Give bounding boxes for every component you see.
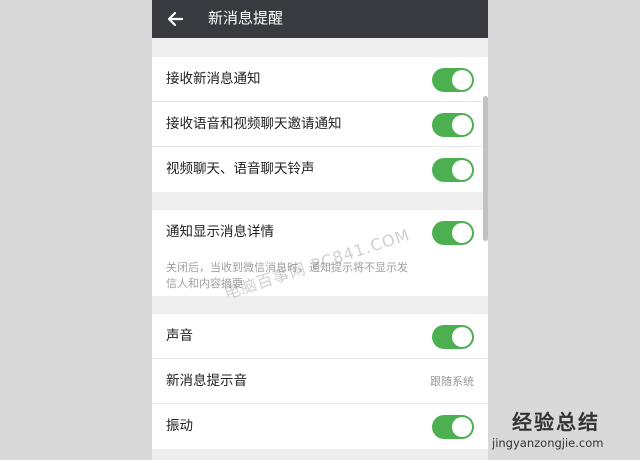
- settings-row-notification-tone[interactable]: 新消息提示音 跟随系统: [152, 359, 488, 404]
- toggle-knob: [452, 115, 472, 135]
- toggle-switch-on[interactable]: [432, 113, 474, 137]
- toggle-switch-on[interactable]: [432, 68, 474, 92]
- scrollbar[interactable]: [483, 96, 488, 241]
- toggle-switch-on[interactable]: [432, 221, 474, 245]
- sound-section: 声音 新消息提示音 跟随系统 振动: [152, 314, 488, 449]
- toggle-knob: [452, 417, 472, 437]
- toggle-knob: [452, 327, 472, 347]
- row-value: 跟随系统: [430, 375, 474, 388]
- title-bar: 新消息提醒: [152, 0, 488, 38]
- site-logo-text: 经验总结: [512, 410, 600, 434]
- notification-section: 接收新消息通知 接收语音和视频聊天邀请通知 视频聊天、语音聊天铃声: [152, 57, 488, 192]
- site-logo: 经验总结 jingyanzongjie.com: [488, 404, 640, 460]
- settings-screen: 新消息提醒 接收新消息通知 接收语音和视频聊天邀请通知 视频聊天、语音聊天铃声 …: [152, 0, 488, 460]
- toggle-knob: [452, 223, 472, 243]
- site-logo-url: jingyanzongjie.com: [492, 436, 604, 450]
- toggle-knob: [452, 160, 472, 180]
- row-label: 接收新消息通知: [166, 71, 261, 87]
- row-label: 通知显示消息详情: [166, 224, 274, 240]
- row-label: 视频聊天、语音聊天铃声: [166, 161, 315, 177]
- row-label: 声音: [166, 328, 193, 344]
- row-label: 接收语音和视频聊天邀请通知: [166, 116, 342, 132]
- toggle-switch-on[interactable]: [432, 325, 474, 349]
- row-label: 新消息提示音: [166, 373, 247, 389]
- settings-row-sound[interactable]: 声音: [152, 314, 488, 359]
- toggle-knob: [452, 70, 472, 90]
- toggle-switch-on[interactable]: [432, 415, 474, 439]
- toggle-switch-on[interactable]: [432, 158, 474, 182]
- row-label: 振动: [166, 418, 193, 434]
- settings-row-voice-video-invite[interactable]: 接收语音和视频聊天邀请通知: [152, 102, 488, 147]
- settings-row-call-ringtone[interactable]: 视频聊天、语音聊天铃声: [152, 147, 488, 192]
- settings-row-receive-new-messages[interactable]: 接收新消息通知: [152, 57, 488, 102]
- settings-row-vibration[interactable]: 振动: [152, 404, 488, 449]
- back-button[interactable]: [162, 5, 190, 33]
- page-title: 新消息提醒: [208, 9, 284, 27]
- arrow-left-icon: [167, 11, 184, 27]
